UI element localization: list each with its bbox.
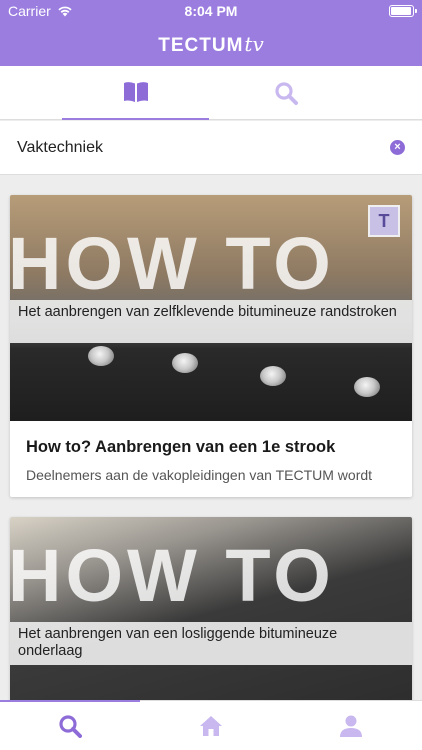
thumbnail-overlay-text: HOW TO (10, 222, 335, 305)
nav-search[interactable] (0, 701, 140, 750)
tab-library[interactable] (62, 66, 209, 120)
search-icon (274, 82, 298, 105)
app-header: Carrier 8:04 PM TECTUMtv (0, 0, 422, 66)
search-filter: Vaktechniek × (0, 121, 422, 175)
app-logo: TECTUMtv (0, 32, 422, 57)
thumbnail-caption: Het aanbrengen van zelfklevende bitumine… (10, 300, 412, 343)
user-icon (340, 715, 362, 737)
roof-fastener (354, 377, 380, 397)
roof-fastener (88, 346, 114, 366)
status-bar: Carrier 8:04 PM (0, 0, 422, 22)
tab-search[interactable] (212, 66, 359, 120)
roof-fastener (172, 353, 198, 373)
book-open-icon (123, 82, 148, 102)
nav-profile[interactable] (281, 701, 421, 750)
card-description: Deelnemers aan de vakopleidingen van TEC… (26, 467, 373, 483)
search-icon (59, 715, 82, 738)
home-icon (200, 716, 222, 736)
nav-home[interactable] (141, 701, 281, 750)
tectum-badge-icon: T (368, 205, 400, 237)
video-card[interactable]: HOW TO T Het aanbrengen van zelfklevende… (10, 195, 412, 497)
status-time: 8:04 PM (184, 3, 238, 19)
clear-icon[interactable]: × (390, 140, 405, 155)
top-tabs (0, 66, 422, 120)
thumbnail-overlay-text: HOW TO (10, 534, 335, 617)
battery-level (391, 7, 411, 15)
roof-fastener (260, 366, 286, 386)
search-filter-value[interactable]: Vaktechniek (17, 139, 103, 157)
card-title[interactable]: How to? Aanbrengen van een 1e strook (26, 438, 396, 457)
video-thumbnail[interactable]: HOW TO T Het aanbrengen van zelfklevende… (10, 195, 412, 421)
battery-icon (389, 5, 417, 17)
video-thumbnail[interactable]: HOW TO Het aanbrengen van een losliggend… (10, 517, 412, 707)
thumbnail-caption: Het aanbrengen van een losliggende bitum… (10, 622, 412, 665)
logo-main: TECTUM (158, 35, 244, 56)
logo-suffix: tv (244, 32, 264, 56)
video-card[interactable]: HOW TO Het aanbrengen van een losliggend… (10, 517, 412, 707)
bottom-nav (0, 700, 422, 750)
card-body: How to? Aanbrengen van een 1e strook Dee… (10, 421, 412, 483)
